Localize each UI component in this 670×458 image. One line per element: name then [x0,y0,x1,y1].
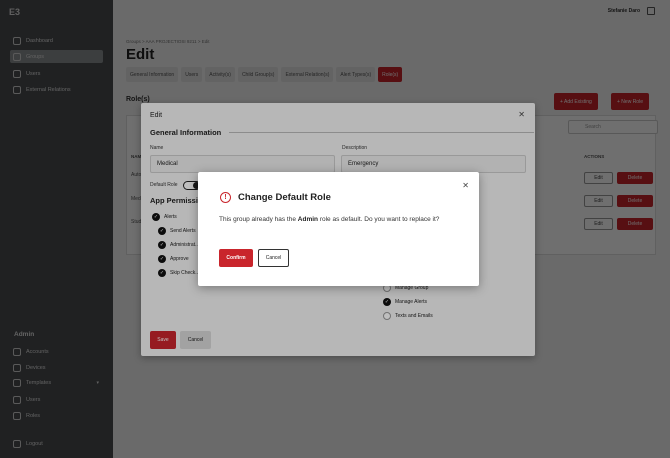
confirm-button[interactable]: Confirm [219,249,253,267]
dialog-message: This group already has the Admin role as… [219,214,459,225]
message-text: This group already has the [219,216,298,223]
role-name: Admin [297,216,319,223]
alert-icon: ! [220,192,231,203]
change-default-role-dialog: ! Change Default Role ✕ This group alrea… [198,172,479,286]
message-text: role as default. Do you want to replace … [318,216,440,223]
cancel-button[interactable]: Cancel [258,249,289,267]
dialog-title: Change Default Role [238,192,331,203]
close-icon[interactable]: ✕ [462,181,469,190]
